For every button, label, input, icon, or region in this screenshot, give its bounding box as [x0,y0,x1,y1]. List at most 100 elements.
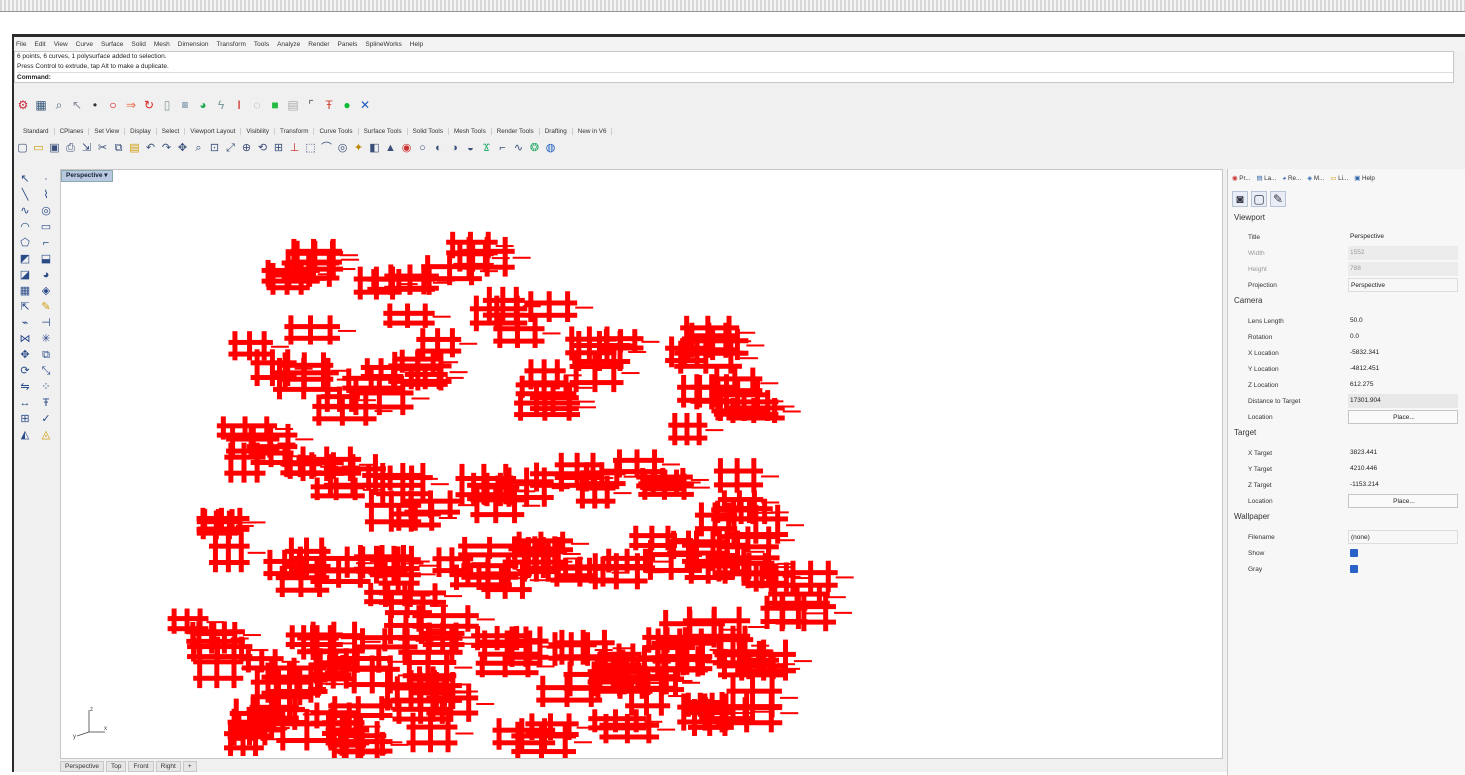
view-tab-perspective[interactable]: Perspective [60,760,104,772]
grid-icon[interactable]: ▤ [286,98,300,112]
pin-icon[interactable]: ǀ [232,98,246,112]
menu-render[interactable]: Render [308,41,329,48]
menu-analyze[interactable]: Analyze [277,41,300,48]
dropper-icon[interactable]: ✎ [1270,191,1286,207]
command-prompt[interactable]: Command: [17,72,1453,82]
filename-dropdown[interactable]: (none) [1348,530,1458,544]
menu-solid[interactable]: Solid [131,41,145,48]
viewport-frame-icon[interactable]: ▢ [1251,191,1267,207]
green-dot-icon[interactable]: ● [340,98,354,112]
menu-panels[interactable]: Panels [338,41,358,48]
zoom-extents-icon[interactable]: ⤢ [224,141,237,155]
paste-icon[interactable]: ▤ [128,141,141,155]
scale-tool-icon[interactable]: ⤡ [37,363,55,379]
gray-checkbox[interactable] [1350,565,1358,573]
mirror-tool-icon[interactable]: ⇋ [16,379,34,395]
open-folder-icon[interactable]: ▭ [32,141,45,155]
arc-tool-icon[interactable]: ◠ [16,219,34,235]
select-arrow-icon[interactable]: ↖ [16,171,34,187]
show-checkbox[interactable] [1350,549,1358,557]
prop-value[interactable]: -4812.451 [1348,362,1458,376]
prop-value[interactable]: 50.0 [1348,314,1458,328]
tab-set-view[interactable]: Set View [89,127,126,135]
document-icon[interactable]: ▯ [160,98,174,112]
offset-tool-icon[interactable]: ⇱ [16,299,34,315]
tab-cplanes[interactable]: CPlanes [55,127,90,135]
wireframe-icon[interactable]: ○ [416,141,429,155]
osnap-icon[interactable]: ◎ [336,141,349,155]
prop-value[interactable]: -5832.341 [1348,346,1458,360]
move-tool-icon[interactable]: ✥ [16,347,34,363]
menu-splineworks[interactable]: SplineWorks [365,41,401,48]
prop-value[interactable]: 0.0 [1348,330,1458,344]
panel-tab-libraries[interactable]: ▭ Li... [1330,175,1348,182]
edit-tool-icon[interactable]: ✎ [37,299,55,315]
menu-edit[interactable]: Edit [34,41,45,48]
rotate-tool-icon[interactable]: ⟳ [16,363,34,379]
polygon-tool-icon[interactable]: ⬠ [16,235,34,251]
panel-tab-layers[interactable]: ▤ La... [1256,175,1276,182]
tab-mesh-tools[interactable]: Mesh Tools [449,127,492,135]
menu-view[interactable]: View [54,41,68,48]
text-tool-icon[interactable]: Ŧ [37,395,55,411]
menu-surface[interactable]: Surface [101,41,123,48]
rhino-icon[interactable]: Ϫ [480,141,493,155]
gear-icon[interactable]: ⚙ [16,98,30,112]
sphere-icon[interactable]: ◌ [250,98,264,112]
solid-box-icon[interactable]: ◪ [16,267,34,283]
view-tab-add[interactable]: + [182,760,197,772]
select-icon[interactable]: ⬚ [304,141,317,155]
material-ball-icon[interactable]: ◉ [400,141,413,155]
surface-tool-icon[interactable]: ◩ [16,251,34,267]
material-icon[interactable]: ■ [268,98,282,112]
array-tool-icon[interactable]: ⁘ [37,379,55,395]
four-views-icon[interactable]: ⊞ [272,141,285,155]
help-icon[interactable]: ◍ [544,141,557,155]
rotate-view-icon[interactable]: ⟲ [256,141,269,155]
frame-icon[interactable]: ⌜ [304,98,318,112]
render-tool-icon[interactable]: ◬ [37,427,55,443]
prop-value[interactable]: 612.275 [1348,378,1458,392]
tab-surface-tools[interactable]: Surface Tools [359,127,408,135]
zoom-icon[interactable]: ⌕ [192,141,205,155]
object-props-icon[interactable]: ▲ [384,141,397,155]
dimension-icon[interactable]: ⌐ [496,141,509,155]
curve-draw-icon[interactable]: ∿ [16,203,34,219]
mesh-tool-icon[interactable]: ▦ [16,283,34,299]
point-tool-icon[interactable]: · [37,171,55,187]
target-place-button[interactable]: Place... [1348,494,1458,508]
check-tool-icon[interactable]: ✓ [37,411,55,427]
join-tool-icon[interactable]: ⋈ [16,331,34,347]
prop-value[interactable]: -1153.214 [1348,478,1458,492]
tab-drafting[interactable]: Drafting [540,127,573,135]
cplane-icon[interactable]: ⊥ [288,141,301,155]
tab-visibility[interactable]: Visibility [241,127,275,135]
undo-icon[interactable]: ↶ [144,141,157,155]
split-tool-icon[interactable]: ⊣ [37,315,55,331]
light-icon[interactable]: ✦ [352,141,365,155]
close-icon[interactable]: ✕ [358,98,372,112]
text-icon[interactable]: Ŧ [322,98,336,112]
arrow-right-icon[interactable]: ⇒ [124,98,138,112]
prop-value[interactable]: 3823.441 [1348,446,1458,460]
panel-tab-properties[interactable]: ◉ Pr... [1232,175,1250,182]
tab-standard[interactable]: Standard [18,127,55,135]
menu-curve[interactable]: Curve [76,41,93,48]
line-tool-icon[interactable]: ╲ [16,187,34,203]
redo-icon[interactable]: ↷ [160,141,173,155]
rotate-icon[interactable]: ↻ [142,98,156,112]
tab-select[interactable]: Select [157,127,186,135]
save-icon[interactable]: ▣ [48,141,61,155]
polyline-tool-icon[interactable]: ⌇ [37,187,55,203]
environment-icon[interactable]: ❂ [528,141,541,155]
menu-dimension[interactable]: Dimension [178,41,209,48]
prop-value[interactable]: Perspective [1348,230,1458,244]
cut-icon[interactable]: ✂ [96,141,109,155]
rendered-icon[interactable]: ◑ [448,141,461,155]
search-icon[interactable]: ⌕ [52,98,66,112]
panel-tab-materials[interactable]: ◈ M... [1307,175,1324,182]
shaded-icon[interactable]: ◐ [432,141,445,155]
view-tab-front[interactable]: Front [128,760,154,772]
point-icon[interactable]: • [88,98,102,112]
circle-tool-icon[interactable]: ◎ [37,203,55,219]
